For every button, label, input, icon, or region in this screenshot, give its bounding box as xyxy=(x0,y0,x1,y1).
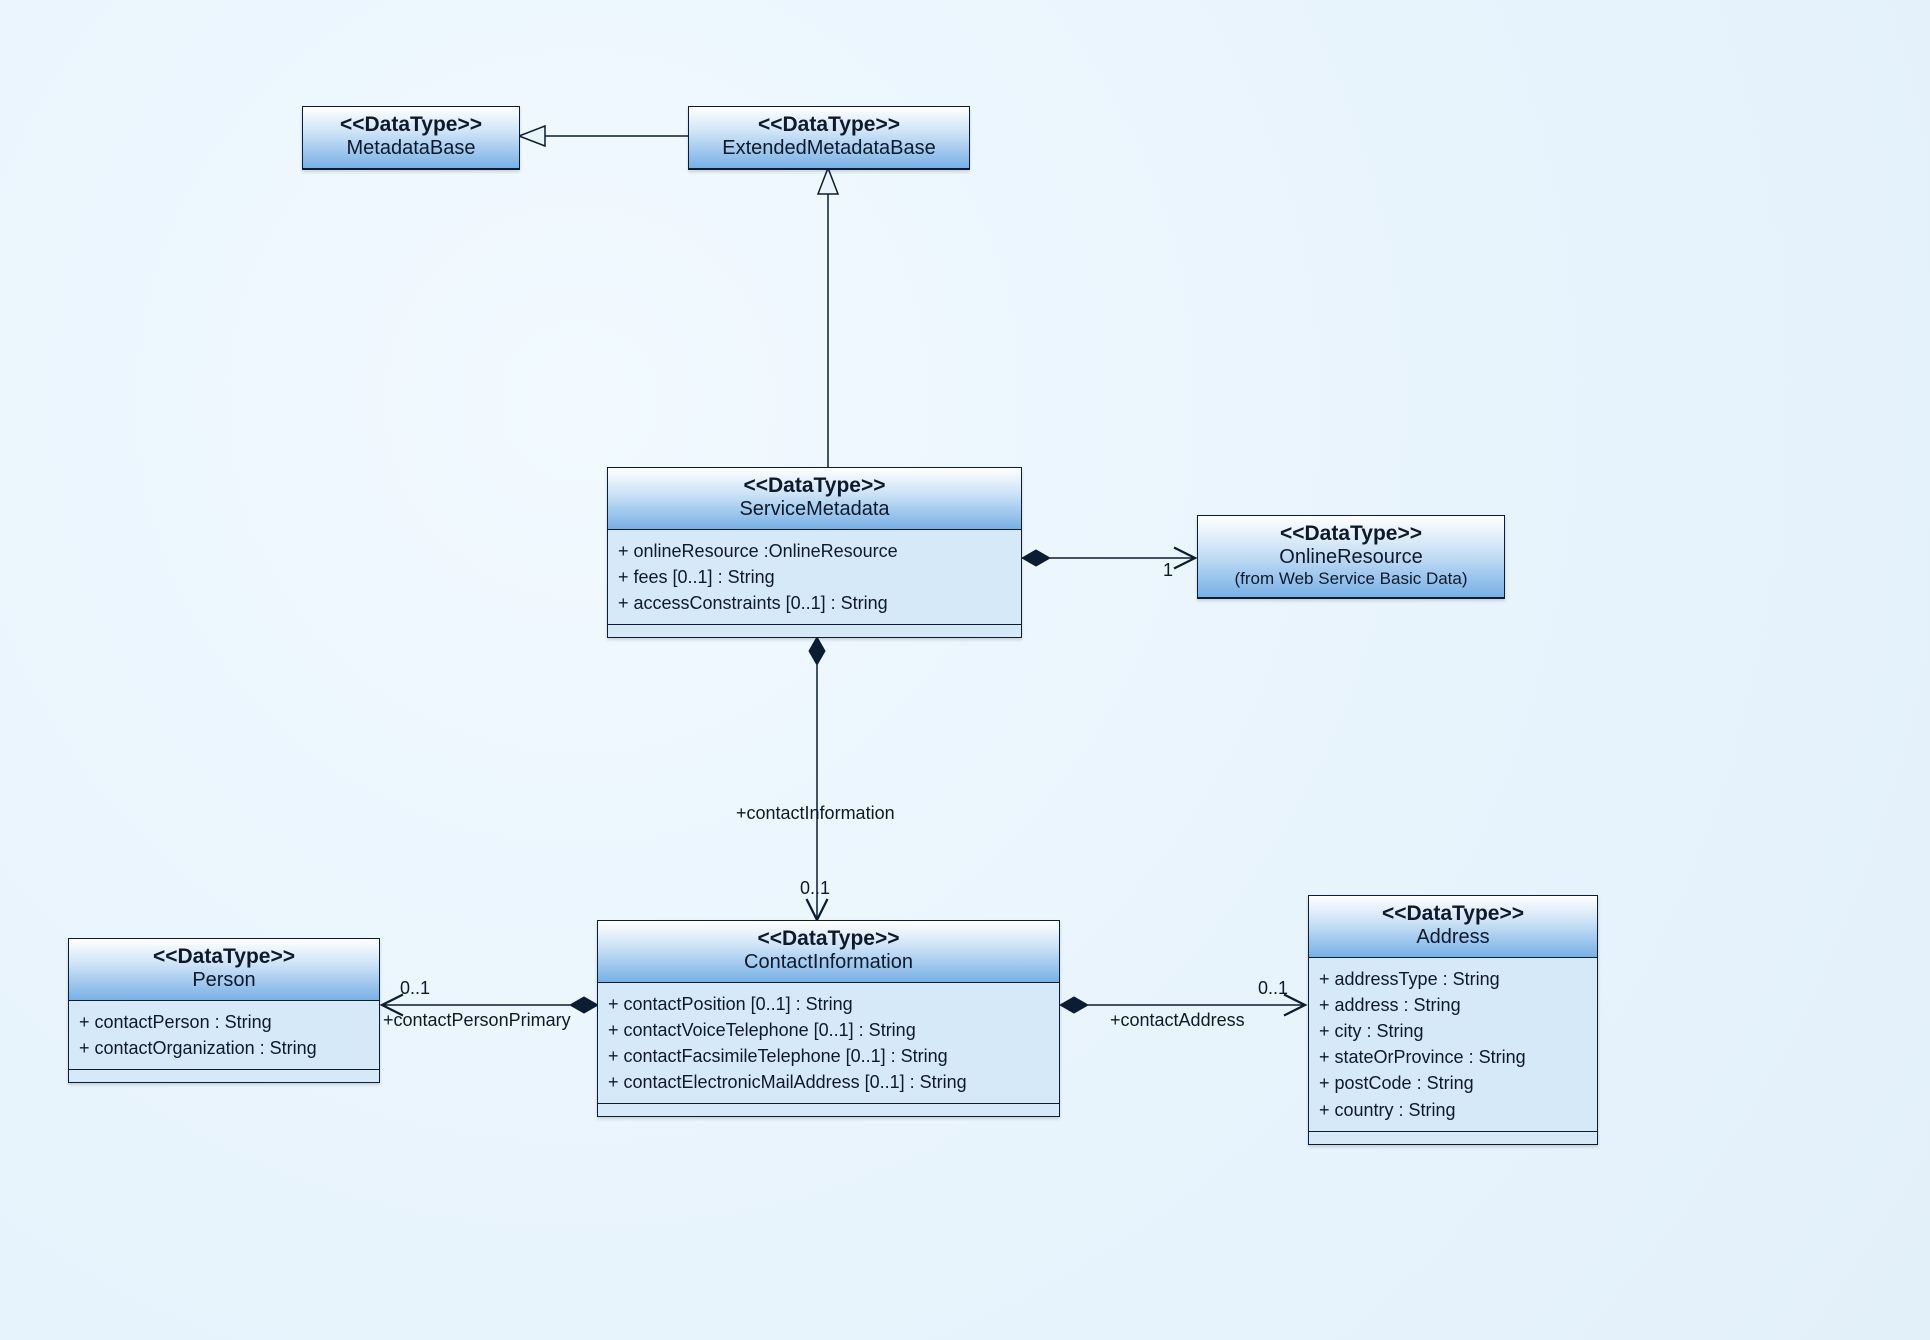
attr: + contactFacsimileTelephone [0..1] : Str… xyxy=(608,1043,1049,1069)
attr: + country : String xyxy=(1319,1097,1587,1123)
class-name: ContactInformation xyxy=(606,950,1051,974)
stereotype: <<DataType>> xyxy=(311,113,511,136)
stereotype: <<DataType>> xyxy=(616,474,1013,497)
attr: + accessConstraints [0..1] : String xyxy=(618,590,1011,616)
attr: + address : String xyxy=(1319,992,1587,1018)
attributes: + contactPerson : String + contactOrgani… xyxy=(69,1001,379,1070)
attr: + contactElectronicMailAddress [0..1] : … xyxy=(608,1069,1049,1095)
class-header: <<DataType>> OnlineResource (from Web Se… xyxy=(1198,516,1504,598)
attr: + onlineResource :OnlineResource xyxy=(618,538,1011,564)
attr: + stateOrProvince : String xyxy=(1319,1044,1587,1070)
attr: + addressType : String xyxy=(1319,966,1587,992)
class-extendedmetadatabase: <<DataType>> ExtendedMetadataBase xyxy=(688,106,970,170)
attr: + contactPosition [0..1] : String xyxy=(608,991,1049,1017)
class-onlineresource: <<DataType>> OnlineResource (from Web Se… xyxy=(1197,515,1505,599)
stereotype: <<DataType>> xyxy=(697,113,961,136)
mult-zeroone-ci: 0..1 xyxy=(800,878,830,899)
class-header: <<DataType>> ExtendedMetadataBase xyxy=(689,107,969,169)
uml-class-diagram: OnlineResource (composition diamond at l… xyxy=(0,0,1930,1340)
attributes: + onlineResource :OnlineResource + fees … xyxy=(608,530,1021,625)
attr: + contactOrganization : String xyxy=(79,1035,369,1061)
operations-empty xyxy=(69,1070,379,1082)
class-name: Person xyxy=(77,968,371,992)
attributes: + addressType : String + address : Strin… xyxy=(1309,958,1597,1132)
class-contactinformation: <<DataType>> ContactInformation + contac… xyxy=(597,920,1060,1117)
mult-one: 1 xyxy=(1163,560,1173,581)
attr: + city : String xyxy=(1319,1018,1587,1044)
class-servicemetadata: <<DataType>> ServiceMetadata + onlineRes… xyxy=(607,467,1022,638)
attr: + postCode : String xyxy=(1319,1070,1587,1096)
class-header: <<DataType>> ContactInformation xyxy=(598,921,1059,983)
role-contactinformation: +contactInformation xyxy=(736,803,895,824)
class-name: MetadataBase xyxy=(311,136,511,160)
role-contactaddress: +contactAddress xyxy=(1110,1010,1245,1031)
class-name: Address xyxy=(1317,925,1589,949)
attr: + fees [0..1] : String xyxy=(618,564,1011,590)
operations-empty xyxy=(598,1104,1059,1116)
class-subnote: (from Web Service Basic Data) xyxy=(1206,569,1496,589)
attr: + contactPerson : String xyxy=(79,1009,369,1035)
class-name: ServiceMetadata xyxy=(616,497,1013,521)
mult-zeroone-address: 0..1 xyxy=(1258,978,1288,999)
stereotype: <<DataType>> xyxy=(1206,522,1496,545)
class-header: <<DataType>> Address xyxy=(1309,896,1597,958)
class-name: OnlineResource xyxy=(1206,545,1496,569)
class-name: ExtendedMetadataBase xyxy=(697,136,961,160)
class-header: <<DataType>> Person xyxy=(69,939,379,1001)
stereotype: <<DataType>> xyxy=(77,945,371,968)
connectors-layer: OnlineResource (composition diamond at l… xyxy=(0,0,1930,1340)
stereotype: <<DataType>> xyxy=(1317,902,1589,925)
operations-empty xyxy=(1309,1132,1597,1144)
attr: + contactVoiceTelephone [0..1] : String xyxy=(608,1017,1049,1043)
class-address: <<DataType>> Address + addressType : Str… xyxy=(1308,895,1598,1145)
stereotype: <<DataType>> xyxy=(606,927,1051,950)
role-contactpersonprimary: +contactPersonPrimary xyxy=(383,1010,571,1031)
class-person: <<DataType>> Person + contactPerson : St… xyxy=(68,938,380,1083)
attributes: + contactPosition [0..1] : String + cont… xyxy=(598,983,1059,1104)
mult-zeroone-person: 0..1 xyxy=(400,978,430,999)
class-header: <<DataType>> ServiceMetadata xyxy=(608,468,1021,530)
operations-empty xyxy=(608,625,1021,637)
class-metadatabase: <<DataType>> MetadataBase xyxy=(302,106,520,170)
class-header: <<DataType>> MetadataBase xyxy=(303,107,519,169)
